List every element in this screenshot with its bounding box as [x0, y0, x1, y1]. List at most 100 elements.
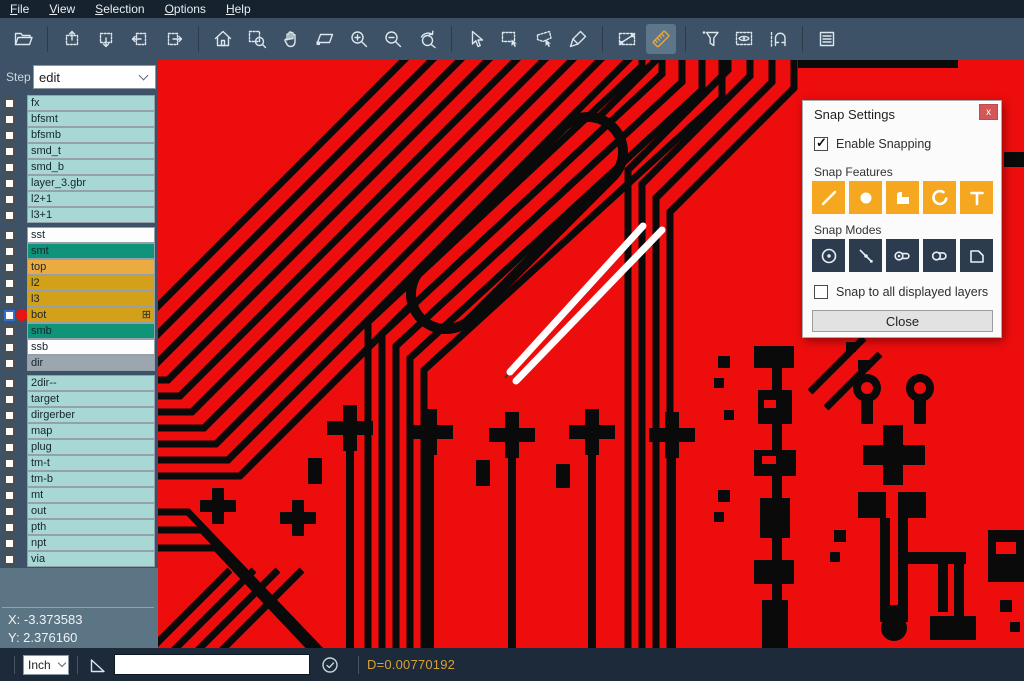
scroll-up-icon[interactable] — [57, 24, 87, 54]
layer-checkbox[interactable] — [4, 230, 15, 241]
filter-icon[interactable] — [695, 24, 725, 54]
layer-checkbox[interactable] — [4, 554, 15, 565]
layer-row-tm-b[interactable]: tm-b — [0, 471, 158, 487]
menu-file[interactable]: File — [0, 1, 39, 17]
layer-name-bar[interactable]: npt — [28, 536, 154, 551]
enable-snapping-checkbox[interactable] — [814, 137, 828, 151]
layer-row-map[interactable]: map — [0, 423, 158, 439]
layer-row-smd_t[interactable]: smd_t — [0, 143, 158, 159]
layer-checkbox[interactable] — [4, 114, 15, 125]
measure-line-icon[interactable] — [612, 24, 642, 54]
layer-checkbox[interactable] — [4, 98, 15, 109]
layer-row-bfsmt[interactable]: bfsmt — [0, 111, 158, 127]
layer-row-plug[interactable]: plug — [0, 439, 158, 455]
layer-row-smd_b[interactable]: smd_b — [0, 159, 158, 175]
layer-row-top[interactable]: top — [0, 259, 158, 275]
layer-checkbox[interactable] — [4, 474, 15, 485]
scroll-down-icon[interactable] — [91, 24, 121, 54]
select-rectangle-icon[interactable] — [495, 24, 525, 54]
select-pointer-icon[interactable] — [461, 24, 491, 54]
layer-name-bar[interactable]: ssb — [28, 340, 154, 355]
layer-name-bar[interactable]: dir — [28, 356, 154, 371]
layer-row-l2+1[interactable]: l2+1 — [0, 191, 158, 207]
layer-name-bar[interactable]: pth — [28, 520, 154, 535]
layer-checkbox[interactable] — [4, 490, 15, 501]
menu-view[interactable]: View — [39, 1, 85, 17]
visibility-icon[interactable] — [729, 24, 759, 54]
layer-name-bar[interactable]: top — [28, 260, 154, 275]
mode-polygon-button[interactable] — [960, 239, 993, 272]
mode-pad-entry-button[interactable] — [886, 239, 919, 272]
layer-name-bar[interactable]: l3+1 — [28, 208, 154, 223]
layer-row-ssb[interactable]: ssb — [0, 339, 158, 355]
layer-row-tm-t[interactable]: tm-t — [0, 455, 158, 471]
menu-help[interactable]: Help — [216, 1, 261, 17]
layer-row-smb[interactable]: smb — [0, 323, 158, 339]
layer-checkbox[interactable] — [4, 178, 15, 189]
layer-checkbox[interactable] — [4, 278, 15, 289]
layer-name-bar[interactable]: tm-t — [28, 456, 154, 471]
layer-name-bar[interactable]: layer_3.gbr — [28, 176, 154, 191]
layer-name-bar[interactable]: smb — [28, 324, 154, 339]
open-file-icon[interactable] — [8, 24, 38, 54]
unit-select[interactable]: Inch — [23, 655, 69, 675]
clean-brush-icon[interactable] — [563, 24, 593, 54]
layer-checkbox[interactable] — [4, 194, 15, 205]
layer-row-l2[interactable]: l2 — [0, 275, 158, 291]
mode-pad-button[interactable] — [923, 239, 956, 272]
layer-name-bar[interactable]: dirgerber — [28, 408, 154, 423]
layer-row-mt[interactable]: mt — [0, 487, 158, 503]
layer-row-2dir--[interactable]: 2dir-- — [0, 375, 158, 391]
menu-options[interactable]: Options — [155, 1, 216, 17]
close-button[interactable]: Close — [812, 310, 993, 332]
layer-checkbox[interactable] — [4, 162, 15, 173]
scroll-right-icon[interactable] — [159, 24, 189, 54]
snap-arc-button[interactable] — [923, 181, 956, 214]
layer-row-l3+1[interactable]: l3+1 — [0, 207, 158, 223]
layer-row-out[interactable]: out — [0, 503, 158, 519]
layer-row-via[interactable]: via — [0, 551, 158, 567]
layer-row-target[interactable]: target — [0, 391, 158, 407]
layer-name-bar[interactable]: target — [28, 392, 154, 407]
layer-checkbox[interactable] — [4, 310, 15, 321]
grid-icon[interactable]: ⊞ — [142, 310, 151, 320]
layer-checkbox[interactable] — [4, 538, 15, 549]
layer-checkbox[interactable] — [4, 146, 15, 157]
layer-name-bar[interactable]: smd_b — [28, 160, 154, 175]
layer-checkbox[interactable] — [4, 294, 15, 305]
layer-checkbox[interactable] — [4, 130, 15, 141]
snap-text-button[interactable] — [960, 181, 993, 214]
snap-icon[interactable] — [763, 24, 793, 54]
layer-name-bar[interactable]: tm-b — [28, 472, 154, 487]
layer-checkbox[interactable] — [4, 378, 15, 389]
layer-row-dirgerber[interactable]: dirgerber — [0, 407, 158, 423]
report-icon[interactable] — [812, 24, 842, 54]
layer-checkbox[interactable] — [4, 210, 15, 221]
layer-name-bar[interactable]: bfsmt — [28, 112, 154, 127]
step-select[interactable]: edit — [33, 65, 156, 89]
scroll-left-icon[interactable] — [125, 24, 155, 54]
layer-name-bar[interactable]: 2dir-- — [28, 376, 154, 391]
layer-name-bar[interactable]: l2+1 — [28, 192, 154, 207]
layer-row-fx[interactable]: fx — [0, 95, 158, 111]
measure-input[interactable] — [114, 654, 310, 675]
measure-ruler-icon[interactable] — [646, 24, 676, 54]
layer-row-bot[interactable]: bot⊞ — [0, 307, 158, 323]
all-layers-checkbox[interactable] — [814, 285, 828, 299]
layer-name-bar[interactable]: smt — [28, 244, 154, 259]
layer-row-npt[interactable]: npt — [0, 535, 158, 551]
layer-name-bar[interactable]: fx — [28, 96, 154, 111]
layer-name-bar[interactable]: l2 — [28, 276, 154, 291]
menu-selection[interactable]: Selection — [85, 1, 154, 17]
mode-line-point-button[interactable] — [849, 239, 882, 272]
layer-name-bar[interactable]: bot⊞ — [28, 308, 154, 323]
select-polygon-icon[interactable] — [529, 24, 559, 54]
layer-name-bar[interactable]: bfsmb — [28, 128, 154, 143]
layer-checkbox[interactable] — [4, 426, 15, 437]
layer-name-bar[interactable]: l3 — [28, 292, 154, 307]
mode-center-button[interactable] — [812, 239, 845, 272]
layer-checkbox[interactable] — [4, 506, 15, 517]
home-view-icon[interactable] — [208, 24, 238, 54]
layer-checkbox[interactable] — [4, 326, 15, 337]
layer-name-bar[interactable]: sst — [28, 228, 154, 243]
